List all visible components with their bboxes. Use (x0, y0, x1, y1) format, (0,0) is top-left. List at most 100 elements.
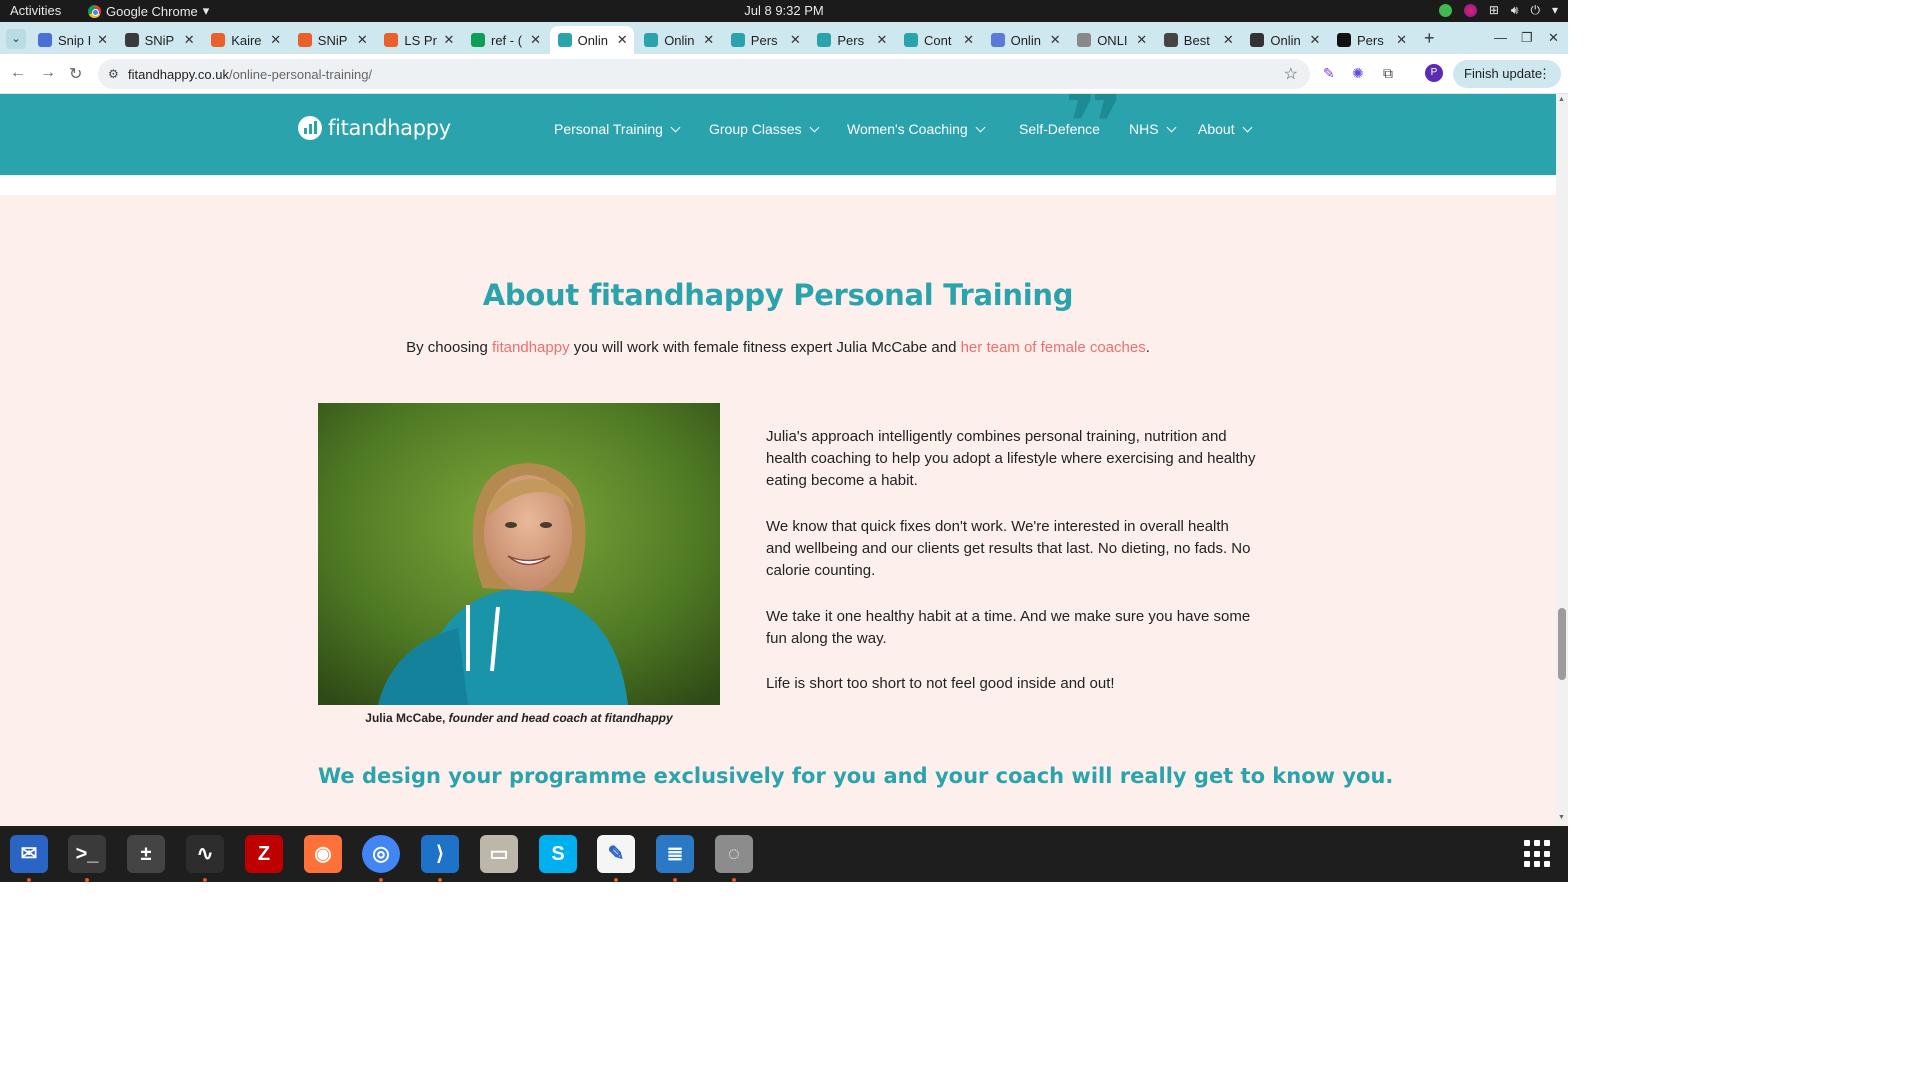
close-tab-icon[interactable]: ✕ (790, 32, 801, 48)
skype-icon[interactable]: S (539, 835, 577, 873)
close-tab-icon[interactable]: ✕ (1396, 32, 1407, 48)
reload-icon[interactable]: ↻ (69, 64, 82, 84)
back-icon[interactable]: ← (10, 64, 26, 82)
site-info-icon[interactable]: ⚙︎ (108, 67, 119, 81)
update-shield-icon[interactable] (1438, 3, 1452, 17)
close-tab-icon[interactable]: ✕ (530, 32, 541, 48)
nav-group-classes[interactable]: Group Classes (709, 121, 820, 137)
browser-tab[interactable]: Onlin ✕ (1242, 26, 1326, 54)
close-tab-icon[interactable]: ✕ (184, 32, 195, 48)
chrome-icon[interactable]: ◎ (362, 835, 400, 882)
site-logo[interactable]: fitandhappy (298, 116, 451, 140)
system-monitor-icon[interactable]: ∿ (186, 835, 224, 882)
clock[interactable]: Jul 8 9:32 PM (0, 3, 1568, 18)
browser-tab[interactable]: Pers ✕ (723, 26, 807, 54)
tab-title: Onlin (577, 32, 608, 48)
close-tab-icon[interactable]: ✕ (357, 32, 368, 48)
browser-tab[interactable]: Pers ✕ (1329, 26, 1413, 54)
close-tab-icon[interactable]: ✕ (97, 32, 108, 48)
close-tab-icon[interactable]: ✕ (1223, 32, 1234, 48)
paragraph-approach: Julia's approach intelligently combines … (766, 428, 1256, 489)
logo-bars-icon (298, 116, 322, 140)
calculator-icon[interactable]: ± (127, 835, 165, 873)
browser-tab[interactable]: Best ✕ (1156, 26, 1240, 54)
forward-icon[interactable]: → (40, 64, 56, 82)
close-tab-icon[interactable]: ✕ (876, 32, 887, 48)
finish-update-button[interactable]: Finish update ⋮ (1453, 60, 1561, 88)
nav-personal-training[interactable]: Personal Training (554, 121, 681, 137)
close-tab-icon[interactable]: ✕ (1136, 32, 1147, 48)
close-tab-icon[interactable]: ✕ (963, 32, 974, 48)
vscode-icon[interactable]: ⟩ (421, 835, 459, 882)
scroll-down-icon[interactable]: ▼ (1558, 814, 1565, 821)
browser-tab[interactable]: ref - (✕ (463, 26, 547, 54)
libreoffice-writer-icon[interactable]: ≣ (656, 835, 694, 882)
show-apps-grid-icon[interactable] (1524, 840, 1552, 868)
system-tray[interactable]: ⊞ 🔊︎ ⏻︎ ▾ (1438, 3, 1558, 17)
app-menu-label: Google Chrome (106, 3, 198, 19)
tab-search-button[interactable]: ⌄ (6, 29, 26, 49)
vscode-glyph: ⟩ (436, 843, 444, 865)
browser-tab[interactable]: SNiP ✕ (117, 26, 201, 54)
browser-tab[interactable]: Onlin ✕ (636, 26, 720, 54)
browser-tab[interactable]: SNiP ✕ (290, 26, 374, 54)
browser-tab[interactable]: Onlin ✕ (549, 26, 634, 54)
restore-icon[interactable]: ❐ (1521, 30, 1533, 46)
fitandhappy-link[interactable]: fitandhappy (492, 339, 570, 356)
close-tab-icon[interactable]: ✕ (270, 32, 281, 48)
nav-nhs[interactable]: NHS (1129, 121, 1177, 137)
tray-app-icon[interactable] (1463, 3, 1477, 17)
tab-title: Cont (924, 32, 952, 48)
minimize-icon[interactable]: — (1494, 30, 1507, 45)
close-window-icon[interactable]: ✕ (1548, 30, 1559, 46)
tab-title: ONLI (1097, 32, 1128, 48)
address-bar[interactable]: ⚙︎ fitandhappy.co.uk/online-personal-tra… (98, 59, 1310, 89)
app-menu[interactable]: Google Chrome ▾ (88, 3, 209, 19)
scrollbar-thumb[interactable] (1558, 608, 1566, 680)
bookmark-star-icon[interactable]: ☆ (1284, 64, 1298, 84)
terminal-icon[interactable]: >_ (68, 835, 106, 882)
browser-tab[interactable]: Snip I ✕ (30, 26, 114, 54)
gear-extension-icon[interactable]: ✺ (1352, 65, 1364, 82)
volume-icon[interactable]: 🔊︎ (1511, 3, 1519, 17)
browser-tab[interactable]: Kaire ✕ (203, 26, 287, 54)
extensions-puzzle-icon[interactable]: ⧉ (1383, 65, 1393, 82)
scroll-up-icon[interactable]: ▲ (1558, 96, 1565, 103)
browser-tab[interactable]: LS Pr ✕ (376, 26, 460, 54)
tab-favicon-icon (471, 33, 485, 47)
close-tab-icon[interactable]: ✕ (1309, 32, 1320, 48)
header-divider-band (0, 175, 1556, 195)
profile-avatar[interactable]: P (1425, 64, 1443, 82)
chevron-down-icon[interactable]: ▾ (1552, 3, 1558, 17)
close-tab-icon[interactable]: ✕ (1050, 32, 1061, 48)
files-icon[interactable]: ▭ (480, 835, 518, 873)
browser-tab[interactable]: Onlin ✕ (983, 26, 1067, 54)
new-tab-button[interactable]: + (1424, 28, 1435, 49)
url-text[interactable]: fitandhappy.co.uk/online-personal-traini… (128, 67, 372, 82)
filezilla-icon[interactable]: Z (245, 835, 283, 873)
disk-utility-icon[interactable]: ◌ (715, 835, 753, 882)
tab-favicon-icon (38, 33, 52, 47)
text-editor-icon[interactable]: ✎ (597, 835, 635, 882)
paragraph-life-is-short: Life is short too short to not feel good… (766, 675, 1115, 692)
thunderbird-icon[interactable]: ✉ (10, 835, 48, 882)
female-coaches-link[interactable]: her team of female coaches (961, 339, 1146, 356)
power-icon[interactable]: ⏻︎ (1530, 3, 1540, 17)
nav-about[interactable]: About (1198, 121, 1253, 137)
nav-womens-coaching[interactable]: Women's Coaching (847, 121, 986, 137)
close-tab-icon[interactable]: ✕ (617, 32, 628, 48)
network-icon[interactable]: ⊞ (1489, 3, 1499, 17)
firefox-icon[interactable]: ◉ (304, 835, 342, 873)
kebab-menu-icon[interactable]: ⋮ (1538, 60, 1551, 88)
page-scrollbar[interactable]: ▲ ▼ (1556, 94, 1568, 826)
browser-tab[interactable]: Pers ✕ (809, 26, 893, 54)
browser-tab[interactable]: Cont ✕ (896, 26, 980, 54)
terminal-glyph: >_ (75, 843, 99, 865)
nav-self-defence[interactable]: Self-Defence (1019, 121, 1100, 137)
browser-tab[interactable]: ONLI ✕ (1069, 26, 1153, 54)
tab-favicon-icon (730, 33, 745, 47)
pen-extension-icon[interactable]: ✎ (1323, 65, 1335, 82)
close-tab-icon[interactable]: ✕ (703, 32, 714, 48)
close-tab-icon[interactable]: ✕ (443, 32, 454, 48)
activities-button[interactable]: Activities (10, 3, 61, 18)
